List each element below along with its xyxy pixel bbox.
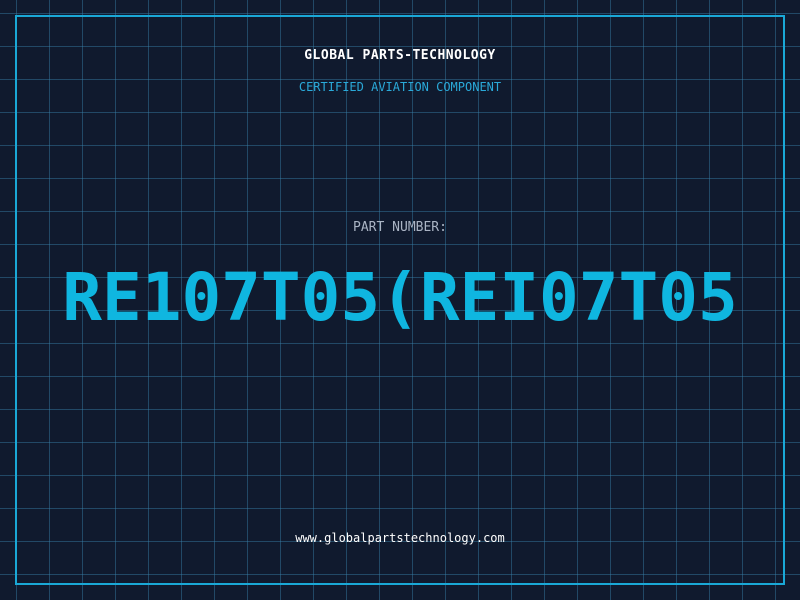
website-url: www.globalpartstechnology.com (295, 531, 505, 545)
part-number-label: PART NUMBER: (353, 220, 447, 235)
part-number-value: RE107T05(REI07T05 (62, 259, 738, 336)
part-card: GLOBAL PARTS-TECHNOLOGY CERTIFIED AVIATI… (0, 0, 800, 600)
tagline: CERTIFIED AVIATION COMPONENT (298, 80, 502, 94)
company-title: GLOBAL PARTS-TECHNOLOGY (304, 48, 496, 63)
